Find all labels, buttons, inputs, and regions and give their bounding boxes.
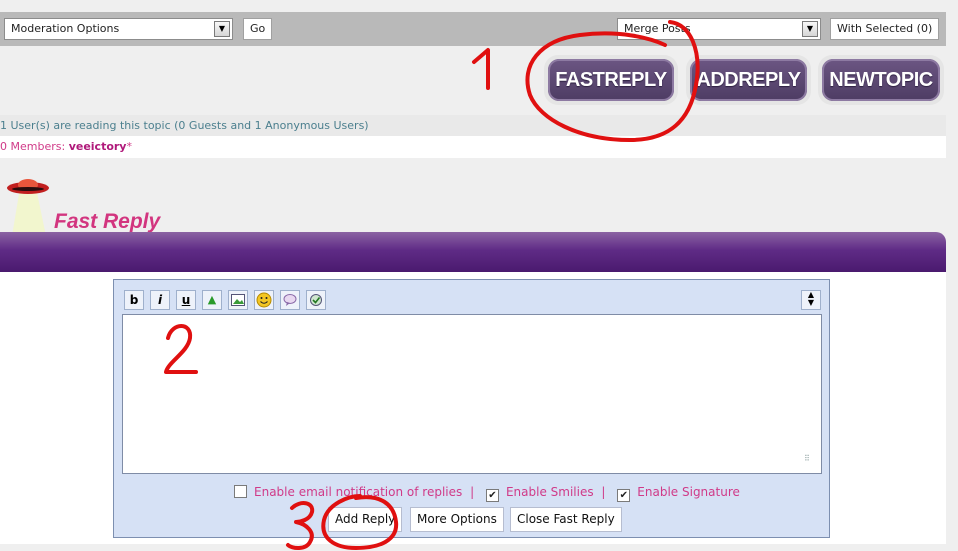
chevron-down-icon[interactable]: ▼ [214,21,230,37]
newtopic-label: NEWTOPIC [822,59,940,101]
underline-icon[interactable]: u [176,290,196,310]
annotation-number-1 [472,48,490,90]
smiley-icon[interactable] [254,290,274,310]
fast-reply-title: Fast Reply [54,210,161,233]
member-link[interactable]: veeictory [69,140,127,153]
insert-image-icon[interactable] [228,290,248,310]
merge-posts-select[interactable]: Merge Posts ▼ [617,18,821,40]
moderation-options-select[interactable]: Moderation Options ▼ [4,18,233,40]
enable-signature-label: Enable Signature [637,485,740,499]
moderation-options-label: Moderation Options [11,22,120,35]
merge-posts-label: Merge Posts [624,22,691,35]
fastreply-label: FASTREPLY [548,59,674,101]
post-options: Enable email notification of replies | ✔… [234,485,740,502]
reply-textarea[interactable] [122,314,822,474]
forum-page: Moderation Options ▼ Go Merge Posts ▼ Wi… [0,0,958,551]
active-readers-text: 1 User(s) are reading this topic (0 Gues… [0,115,946,136]
spellcheck-icon[interactable] [306,290,326,310]
enable-smilies-label: Enable Smilies [505,485,594,499]
moderation-bar: Moderation Options ▼ Go Merge Posts ▼ Wi… [0,12,946,46]
newtopic-button[interactable]: NEWTOPIC [818,55,944,105]
enable-smilies-checkbox[interactable]: ✔ [485,489,499,502]
bold-icon[interactable]: b [124,290,144,310]
addreply-label: ADDREPLY [690,59,807,101]
chevron-down-icon[interactable]: ▼ [802,21,818,37]
fast-reply-editor: b i u ▲ ▲ ▼ ⠿ Enable email notification o… [113,279,830,538]
ufo-icon [7,179,49,236]
fastreply-button[interactable]: FASTREPLY [544,55,678,105]
italic-icon[interactable]: i [150,290,170,310]
fast-reply-header-bar [0,232,946,272]
resize-editor-icon[interactable]: ▲ ▼ [801,290,821,310]
member-suffix: * [126,140,132,153]
active-members-line: 0 Members: veeictory* [0,136,946,158]
members-count: 0 Members: [0,140,66,153]
with-selected-button[interactable]: With Selected (0) [830,18,940,40]
insert-link-icon[interactable]: ▲ [202,290,222,310]
quote-icon[interactable] [280,290,300,310]
resize-grip-icon[interactable]: ⠿ [804,454,823,533]
email-notification-label: Enable email notification of replies [254,485,463,499]
more-options-button[interactable]: More Options [410,507,504,532]
addreply-button[interactable]: ADDREPLY [686,55,811,105]
go-button[interactable]: Go [243,18,273,40]
add-reply-button[interactable]: Add Reply [328,507,403,532]
close-fast-reply-button[interactable]: Close Fast Reply [510,507,622,532]
enable-signature-checkbox[interactable]: ✔ [617,489,631,502]
option-separator: | [601,485,606,499]
option-separator: | [470,485,475,499]
email-notification-checkbox[interactable] [234,485,247,498]
